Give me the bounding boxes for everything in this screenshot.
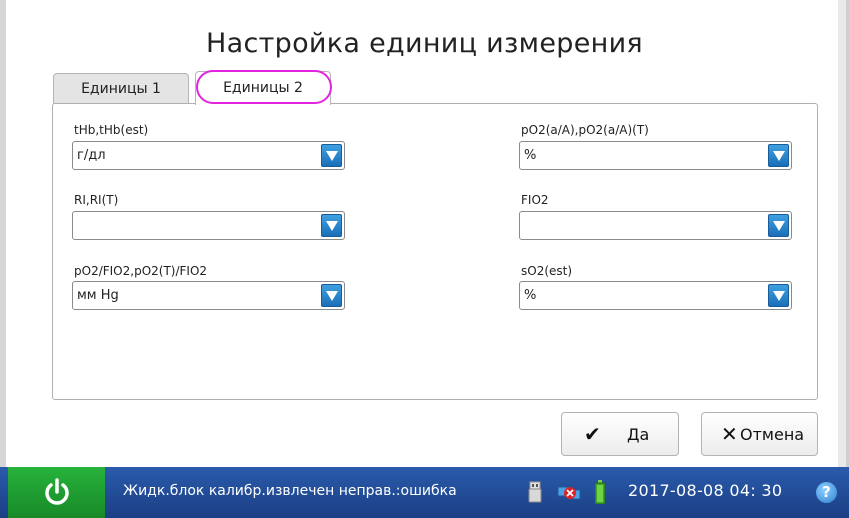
usb-icon [528, 481, 542, 503]
label-ri: RI,RI(T) [74, 193, 119, 207]
tab-highlight-circle [196, 70, 332, 104]
ok-button-label: Да [627, 425, 650, 444]
select-po2-fio2[interactable]: мм Hg [72, 281, 345, 310]
select-po2-fio2-value: мм Hg [77, 288, 119, 303]
cancel-button[interactable]: ✕ Отмена [701, 412, 818, 456]
chevron-down-icon[interactable] [768, 144, 789, 167]
select-fio2[interactable] [519, 211, 792, 240]
x-icon: ✕ [721, 422, 738, 446]
chevron-down-icon[interactable] [768, 284, 789, 307]
date-time: 2017-08-08 04: 30 [628, 481, 783, 500]
cancel-button-label: Отмена [740, 425, 805, 444]
window-frame-left [0, 0, 6, 518]
select-po2-aa-value: % [524, 148, 537, 163]
help-icon[interactable]: ? [816, 482, 837, 503]
ok-button[interactable]: ✔ Да [561, 412, 679, 456]
status-message: Жидк.блок калибр.извлечен неправ.:ошибка [123, 483, 457, 499]
select-so2-value: % [524, 288, 537, 303]
select-po2-aa[interactable]: % [519, 141, 792, 170]
tab-units-1[interactable]: Единицы 1 [53, 73, 189, 104]
label-fio2: FIO2 [521, 193, 549, 207]
page-title: Настройка единиц измерения [206, 28, 643, 59]
status-bar: Жидк.блок калибр.извлечен неправ.:ошибка… [0, 467, 849, 518]
chevron-down-icon[interactable] [321, 214, 342, 237]
label-po2-aa: pO2(a/A),pO2(a/A)(T) [521, 123, 649, 137]
select-ri[interactable] [72, 211, 345, 240]
battery-icon [595, 480, 605, 504]
chevron-down-icon[interactable] [768, 214, 789, 237]
label-thb: tHb,tHb(est) [74, 123, 149, 137]
label-po2-fio2: pO2/FIO2,pO2(T)/FIO2 [74, 264, 208, 278]
network-error-icon [557, 486, 581, 500]
chevron-down-icon[interactable] [321, 144, 342, 167]
power-icon [45, 478, 69, 505]
select-thb[interactable]: г/дл [72, 141, 345, 170]
power-button[interactable] [8, 467, 105, 518]
select-thb-value: г/дл [77, 148, 106, 163]
label-so2: sO2(est) [521, 264, 573, 278]
chevron-down-icon[interactable] [321, 284, 342, 307]
select-so2[interactable]: % [519, 281, 792, 310]
check-icon: ✔ [584, 422, 601, 446]
